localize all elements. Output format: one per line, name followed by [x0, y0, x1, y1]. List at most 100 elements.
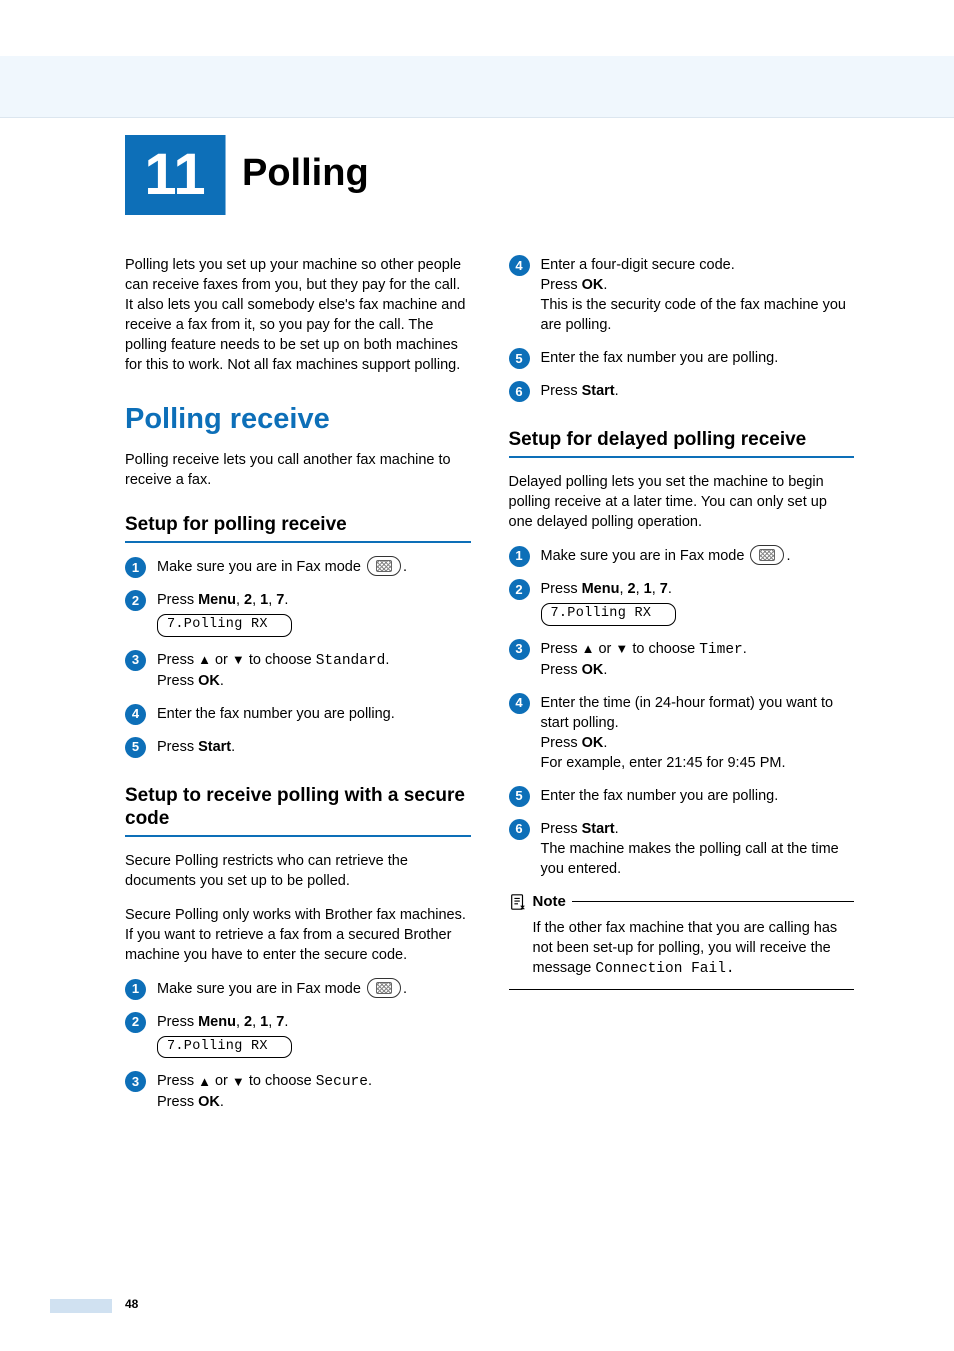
- t: .: [385, 652, 389, 668]
- setup-polling-receive-heading: Setup for polling receive: [125, 514, 471, 537]
- t: .: [603, 277, 607, 293]
- secure-p1: Secure Polling restricts who can retriev…: [125, 851, 471, 891]
- fax-mode-icon: [750, 545, 784, 565]
- step-bullet-1: 1: [509, 546, 530, 567]
- t: .: [786, 548, 790, 564]
- step-bullet-1: 1: [125, 979, 146, 1000]
- t: Enter a four-digit secure code.: [541, 257, 735, 273]
- t: The machine makes the polling call at th…: [541, 841, 839, 877]
- note-end-line: [509, 989, 855, 990]
- lcd-display: 7.Polling RX: [157, 614, 292, 637]
- t: .: [220, 1094, 224, 1110]
- t: .: [284, 592, 288, 608]
- step-bullet-2: 2: [125, 1012, 146, 1033]
- polling-receive-intro: Polling receive lets you call another fa…: [125, 450, 471, 490]
- step-bullet-6: 6: [509, 381, 530, 402]
- t: Press: [157, 592, 198, 608]
- option-standard: Standard: [316, 653, 386, 669]
- start-key: Start: [582, 383, 615, 399]
- key-2: 2: [244, 592, 252, 608]
- chapter-divider: [225, 135, 226, 215]
- key-2: 2: [244, 1014, 252, 1030]
- ok-key: OK: [198, 673, 220, 689]
- down-arrow-icon: ▼: [232, 1073, 245, 1091]
- option-secure: Secure: [316, 1074, 368, 1090]
- step-bullet-2: 2: [125, 590, 146, 611]
- pr-step1-text-b: .: [403, 559, 407, 575]
- sec-step-2: 2 Press Menu, 2, 1, 7. 7.Polling RX: [125, 1012, 471, 1059]
- step-bullet-2: 2: [509, 579, 530, 600]
- t: For example, enter 21:45 for 9:45 PM.: [541, 755, 786, 771]
- t: Make sure you are in Fax mode: [541, 548, 749, 564]
- t: This is the security code of the fax mac…: [541, 297, 846, 333]
- step-bullet-5: 5: [125, 737, 146, 758]
- up-arrow-icon: ▲: [198, 651, 211, 669]
- pr-step1-text-a: Make sure you are in Fax mode: [157, 559, 365, 575]
- left-column: Polling lets you set up your machine so …: [125, 255, 471, 1125]
- subhead-rule: [509, 456, 855, 458]
- t: ,: [652, 581, 660, 597]
- step-bullet-4: 4: [125, 704, 146, 725]
- del-step-3: 3 Press ▲ or ▼ to choose Timer. Press OK…: [509, 639, 855, 680]
- pr-step-4: 4 Enter the fax number you are polling.: [125, 704, 471, 724]
- t: to choose: [245, 652, 316, 668]
- t: ,: [236, 1014, 244, 1030]
- key-1: 1: [644, 581, 652, 597]
- pr-step-1: 1 Make sure you are in Fax mode .: [125, 557, 471, 577]
- header-bar: [0, 56, 954, 118]
- step-bullet-4: 4: [509, 255, 530, 276]
- t: Press: [157, 673, 198, 689]
- sec-step-3: 3 Press ▲ or ▼ to choose Secure. Press O…: [125, 1071, 471, 1112]
- t: Press: [157, 1094, 198, 1110]
- t: .: [615, 821, 619, 837]
- intro-paragraph: Polling lets you set up your machine so …: [125, 255, 471, 375]
- t: Press: [157, 739, 198, 755]
- t: .: [220, 673, 224, 689]
- t: .: [743, 641, 747, 657]
- t: ,: [236, 592, 244, 608]
- note-line: [572, 901, 854, 902]
- polling-receive-heading: Polling receive: [125, 403, 471, 436]
- menu-key: Menu: [198, 592, 236, 608]
- t: .: [403, 981, 407, 997]
- down-arrow-icon: ▼: [232, 651, 245, 669]
- note-text-b: Connection Fail.: [595, 961, 734, 977]
- ok-key: OK: [198, 1094, 220, 1110]
- t: .: [284, 1014, 288, 1030]
- del-step-6: 6 Press Start. The machine makes the pol…: [509, 819, 855, 879]
- t: ,: [619, 581, 627, 597]
- t: .: [368, 1073, 372, 1089]
- up-arrow-icon: ▲: [582, 640, 595, 658]
- delayed-heading: Setup for delayed polling receive: [509, 429, 855, 452]
- step-bullet-4: 4: [509, 693, 530, 714]
- page-number: 48: [125, 1297, 138, 1311]
- t: .: [668, 581, 672, 597]
- lcd-display: 7.Polling RX: [157, 1036, 292, 1059]
- t: Press: [541, 735, 582, 751]
- sec-step-5: 5 Enter the fax number you are polling.: [509, 348, 855, 368]
- t: Press: [541, 821, 582, 837]
- chapter-title: Polling: [242, 152, 369, 195]
- ok-key: OK: [582, 662, 604, 678]
- pr-step4-text: Enter the fax number you are polling.: [157, 706, 395, 722]
- fax-mode-icon: [367, 978, 401, 998]
- pr-step-2: 2 Press Menu, 2, 1, 7. 7.Polling RX: [125, 590, 471, 637]
- fax-mode-icon: [367, 556, 401, 576]
- t: Press: [541, 277, 582, 293]
- chapter-number: 11: [144, 146, 205, 204]
- step-bullet-3: 3: [125, 1071, 146, 1092]
- del-step-2: 2 Press Menu, 2, 1, 7. 7.Polling RX: [509, 579, 855, 626]
- pr-step-5: 5 Press Start.: [125, 737, 471, 757]
- sec-step-1: 1 Make sure you are in Fax mode .: [125, 979, 471, 999]
- subhead-rule: [125, 541, 471, 543]
- t: Enter the fax number you are polling.: [541, 350, 779, 366]
- note-header: Note: [509, 892, 855, 913]
- secure-heading: Setup to receive polling with a secure c…: [125, 785, 471, 831]
- note-body: If the other fax machine that you are ca…: [509, 918, 855, 979]
- secure-p2: Secure Polling only works with Brother f…: [125, 905, 471, 965]
- t: Press: [541, 383, 582, 399]
- lcd-display: 7.Polling RX: [541, 603, 676, 626]
- t: Enter the time (in 24-hour format) you w…: [541, 695, 834, 731]
- t: or: [594, 641, 615, 657]
- chapter-number-box: 11: [125, 135, 225, 215]
